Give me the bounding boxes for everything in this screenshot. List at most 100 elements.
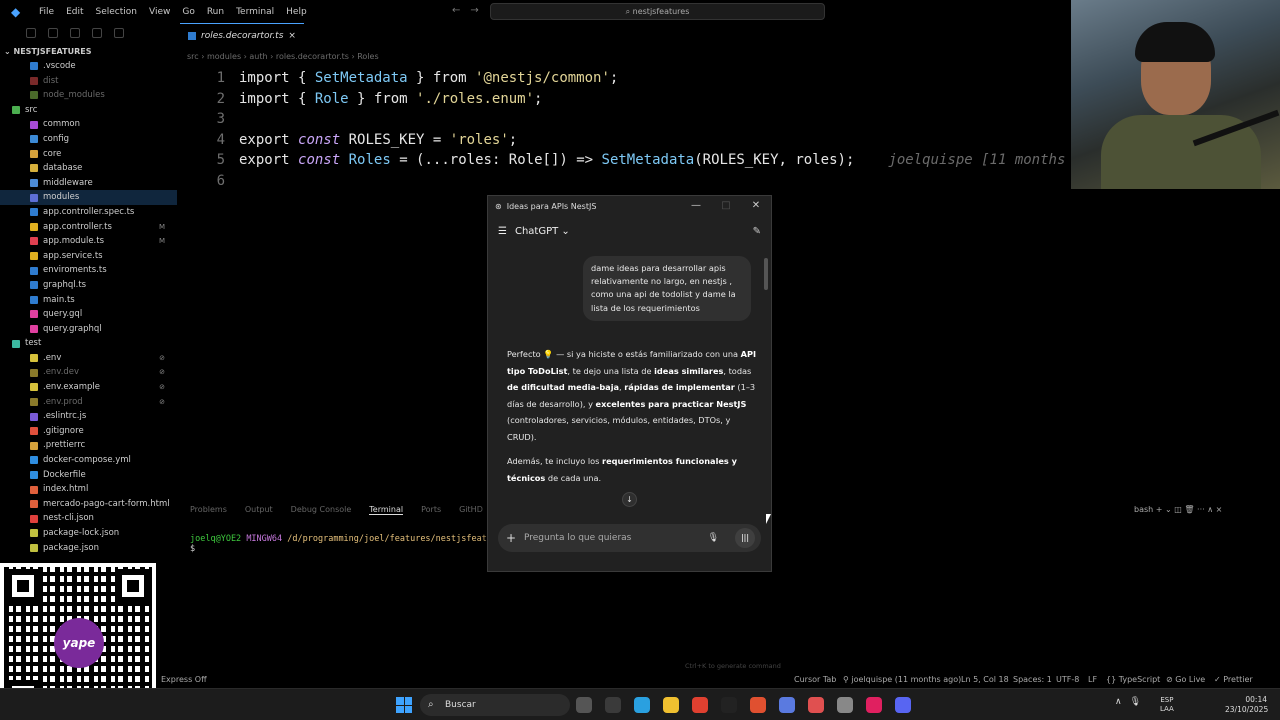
taskbar-app-icon[interactable]: [576, 697, 592, 713]
tree-item[interactable]: app.controller.ts M: [0, 220, 177, 235]
chat-composer[interactable]: + Pregunta lo que quieras 🎙 |||: [498, 524, 761, 552]
tab-githd[interactable]: GitHD: [459, 505, 483, 515]
tree-item[interactable]: .prettierrc: [0, 438, 177, 453]
menu-selection[interactable]: Selection: [90, 7, 143, 17]
explorer-root[interactable]: ⌄ NESTJSFEATURES: [0, 45, 177, 59]
tree-item[interactable]: package.json: [0, 541, 177, 556]
close-button[interactable]: ✕: [741, 196, 771, 216]
status-spaces[interactable]: Spaces: 1: [1013, 675, 1052, 684]
search-panel-icon[interactable]: [48, 28, 58, 38]
tree-item[interactable]: .env ⊘: [0, 351, 177, 366]
menu-help[interactable]: Help: [280, 7, 313, 17]
status-position[interactable]: Ln 5, Col 18: [961, 675, 1009, 684]
taskbar-app-icon[interactable]: [634, 697, 650, 713]
tree-item[interactable]: test: [0, 336, 177, 351]
tree-item[interactable]: package-lock.json: [0, 526, 177, 541]
taskbar-search[interactable]: ⌕ Buscar: [420, 694, 570, 716]
taskbar-app-icon[interactable]: [808, 697, 824, 713]
tree-item[interactable]: .env.dev ⊘: [0, 365, 177, 380]
taskbar-app-icon[interactable]: [663, 697, 679, 713]
tree-item[interactable]: app.controller.spec.ts: [0, 205, 177, 220]
tree-item[interactable]: app.module.ts M: [0, 234, 177, 249]
status-blame[interactable]: ⚲ joelquispe (11 months ago): [843, 675, 961, 684]
run-debug-icon[interactable]: [92, 28, 102, 38]
menu-view[interactable]: View: [143, 7, 176, 17]
tree-item[interactable]: node_modules: [0, 88, 177, 103]
tree-item[interactable]: query.graphql: [0, 322, 177, 337]
tree-item[interactable]: .eslintrc.js: [0, 409, 177, 424]
forward-arrow-icon[interactable]: →: [470, 5, 478, 16]
new-chat-icon[interactable]: ✎: [753, 226, 761, 237]
attach-plus-icon[interactable]: +: [498, 531, 524, 545]
status-express[interactable]: Express Off: [161, 675, 207, 684]
status-go-live[interactable]: ⊘ Go Live: [1166, 675, 1205, 684]
taskbar-app-icon[interactable]: [779, 697, 795, 713]
status-language[interactable]: {} TypeScript: [1106, 675, 1160, 684]
microphone-icon[interactable]: 🎙: [708, 533, 719, 543]
menu-go[interactable]: Go: [176, 7, 200, 17]
tree-item[interactable]: database: [0, 161, 177, 176]
tree-item[interactable]: src: [0, 103, 177, 118]
taskbar-app-icon[interactable]: [605, 697, 621, 713]
tab-ports[interactable]: Ports: [421, 505, 441, 515]
taskbar-app-icon[interactable]: [721, 697, 737, 713]
tree-item[interactable]: app.service.ts: [0, 249, 177, 264]
tree-item[interactable]: middleware: [0, 176, 177, 191]
chat-scrollbar[interactable]: [764, 258, 768, 290]
tree-item[interactable]: .env.prod ⊘: [0, 395, 177, 410]
terminal-output[interactable]: joelq@YOE2 MINGW64 /d/programming/joel/f…: [190, 534, 507, 554]
source-control-icon[interactable]: [70, 28, 80, 38]
tab-debug-console[interactable]: Debug Console: [291, 505, 352, 515]
clock[interactable]: 00:14 23/10/2025: [1225, 695, 1268, 715]
status-eol[interactable]: LF: [1088, 675, 1097, 684]
windows-start-icon[interactable]: [396, 697, 412, 713]
taskbar-app-icon[interactable]: [692, 697, 708, 713]
code-editor[interactable]: 1 import { SetMetadata } from '@nestjs/co…: [195, 68, 1066, 192]
tree-item[interactable]: dist: [0, 74, 177, 89]
tree-item[interactable]: enviroments.ts: [0, 263, 177, 278]
back-arrow-icon[interactable]: ←: [452, 5, 460, 16]
minimize-button[interactable]: —: [681, 196, 711, 216]
terminal-controls[interactable]: bash + ⌄ ◫ 🗑 ··· ∧ ×: [1134, 505, 1222, 514]
system-tray[interactable]: ∧ 🎙: [1115, 697, 1141, 707]
tree-item[interactable]: query.gql: [0, 307, 177, 322]
close-icon[interactable]: ×: [288, 31, 296, 41]
tree-item[interactable]: core: [0, 147, 177, 162]
tree-item[interactable]: .env.example ⊘: [0, 380, 177, 395]
extensions-icon[interactable]: [114, 28, 124, 38]
input-language[interactable]: ESP LAA: [1160, 696, 1174, 714]
voice-mode-icon[interactable]: |||: [735, 528, 755, 548]
tree-item[interactable]: config: [0, 132, 177, 147]
tree-item[interactable]: common: [0, 117, 177, 132]
tree-item[interactable]: modules: [0, 190, 177, 205]
model-selector[interactable]: ChatGPT ⌄: [515, 226, 570, 237]
tree-item[interactable]: main.ts: [0, 293, 177, 308]
command-center-search[interactable]: ⌕ nestjsfeatures: [490, 3, 825, 20]
tree-item[interactable]: Dockerfile: [0, 468, 177, 483]
status-prettier[interactable]: ✓ Prettier: [1214, 675, 1253, 684]
taskbar-app-icon[interactable]: [866, 697, 882, 713]
maximize-button[interactable]: □: [711, 196, 741, 216]
tree-item[interactable]: nest-cli.json: [0, 511, 177, 526]
tree-item[interactable]: .gitignore: [0, 424, 177, 439]
tree-item[interactable]: graphql.ts: [0, 278, 177, 293]
tree-item[interactable]: mercado-pago-cart-form.html: [0, 497, 177, 512]
tab-problems[interactable]: Problems: [190, 505, 227, 515]
files-icon[interactable]: [26, 28, 36, 38]
tab-terminal[interactable]: Terminal: [369, 505, 404, 515]
tree-item[interactable]: docker-compose.yml: [0, 453, 177, 468]
menu-file[interactable]: File: [33, 7, 60, 17]
menu-edit[interactable]: Edit: [60, 7, 89, 17]
status-encoding[interactable]: UTF-8: [1056, 675, 1079, 684]
taskbar-app-icon[interactable]: [895, 697, 911, 713]
tab-output[interactable]: Output: [245, 505, 273, 515]
taskbar-app-icon[interactable]: [750, 697, 766, 713]
menu-run[interactable]: Run: [201, 7, 230, 17]
tree-item[interactable]: index.html: [0, 482, 177, 497]
status-cursor-tab[interactable]: Cursor Tab: [794, 675, 836, 684]
sidebar-toggle-icon[interactable]: ☰: [498, 226, 507, 237]
tab-roles-decorator[interactable]: roles.decorartor.ts ×: [180, 23, 304, 47]
scroll-down-icon[interactable]: ↓: [622, 492, 637, 507]
tree-item[interactable]: .vscode: [0, 59, 177, 74]
menu-terminal[interactable]: Terminal: [230, 7, 280, 17]
